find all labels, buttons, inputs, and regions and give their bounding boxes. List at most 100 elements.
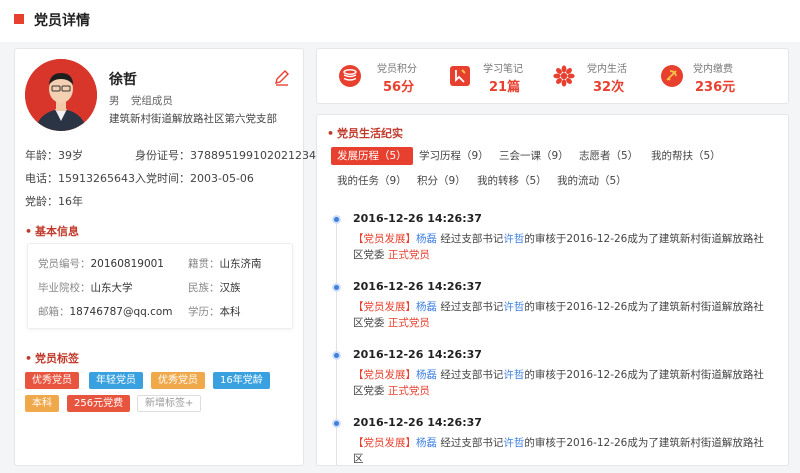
edu-value: 本科 — [219, 306, 241, 318]
timeline-time: 2016-12-26 14:26:37 — [353, 416, 482, 429]
basic-info-title: 基本信息 — [25, 223, 79, 239]
native-label: 籍贯： — [188, 258, 220, 270]
tag-item: 16年党龄 — [213, 372, 270, 389]
age-value: 39岁 — [58, 149, 83, 162]
tab-tasks[interactable]: 我的任务（9） — [331, 172, 413, 190]
school-value: 山东大学 — [90, 282, 133, 294]
stat-fee[interactable]: 党内缴费 236元 — [661, 49, 789, 105]
party-life-icon — [553, 65, 575, 87]
avatar — [25, 59, 97, 131]
timeline-secretary-link[interactable]: 许哲 — [503, 369, 524, 381]
party-fee-icon — [661, 65, 683, 87]
profile-card: 徐哲 男 党组成员 建筑新村街道解放路社区第六党支部 年龄：39岁 身份证号：3… — [14, 48, 316, 466]
timeline-text: 【党员发展】杨磊 经过支部书记许哲的审核于2016-12-26成为了建筑新村街道… — [353, 435, 773, 465]
tag-item: 256元党费 — [67, 395, 131, 412]
timeline-status: 正式党员 — [387, 385, 430, 397]
edit-icon[interactable] — [273, 69, 291, 87]
party-age-value: 16年 — [58, 195, 83, 208]
timeline-text-part: 经过支部书记 — [437, 437, 504, 449]
timeline-text: 【党员发展】杨磊 经过支部书记许哲的审核于2016-12-26成为了建筑新村街道… — [353, 231, 773, 263]
timeline-time: 2016-12-26 14:26:37 — [353, 280, 482, 293]
info-row-age: 年龄：39岁 身份证号：378895199102021234 — [25, 147, 316, 163]
timeline-kind: 【党员发展】 — [353, 369, 416, 381]
tab-study[interactable]: 学习历程（9） — [413, 147, 495, 165]
timeline-text-part: 经过支部书记 — [437, 233, 504, 245]
party-age-label: 党龄： — [25, 195, 58, 208]
age-label: 年龄： — [25, 149, 58, 162]
page-title: 党员详情 — [34, 13, 90, 29]
gender: 男 — [109, 95, 120, 107]
ethnic-value: 汉族 — [219, 282, 241, 294]
join-field: 入党时间：2003-05-06 — [135, 170, 254, 186]
timeline-secretary-link[interactable]: 许哲 — [503, 437, 524, 449]
timeline-secretary-link[interactable]: 许哲 — [503, 233, 524, 245]
join-label: 入党时间： — [135, 172, 190, 185]
native-value: 山东济南 — [219, 258, 262, 270]
tab-points[interactable]: 积分（9） — [411, 172, 472, 190]
stat-label: 党内生活 — [587, 64, 627, 75]
tab-assistance[interactable]: 我的帮扶（5） — [645, 147, 727, 165]
tab-development[interactable]: 发展历程（5） — [331, 147, 413, 165]
role: 党组成员 — [130, 95, 173, 107]
coins-icon — [339, 65, 361, 87]
stat-value: 32次 — [593, 80, 625, 95]
edu-field: 学历：本科 — [188, 304, 241, 319]
add-tag-button[interactable]: 新增标签+ — [137, 395, 202, 412]
info-row-party-age: 党龄：16年 — [25, 193, 83, 209]
stat-value: 56分 — [383, 80, 415, 95]
timeline-kind: 【党员发展】 — [353, 437, 416, 449]
timeline-status: 正式党员 — [387, 249, 430, 261]
timeline-kind: 【党员发展】 — [353, 233, 416, 245]
timeline-secretary-link[interactable]: 许哲 — [503, 301, 524, 313]
tab-mobility[interactable]: 我的流动（5） — [551, 172, 633, 190]
timeline-member-link[interactable]: 杨磊 — [416, 301, 437, 313]
edu-label: 学历： — [188, 306, 220, 318]
timeline-member-link[interactable]: 杨磊 — [416, 233, 437, 245]
native-field: 籍贯：山东济南 — [188, 256, 262, 271]
timeline-text-part: 经过支部书记 — [437, 301, 504, 313]
tag-item: 本科 — [25, 395, 59, 412]
timeline-kind: 【党员发展】 — [353, 301, 416, 313]
ethnic-field: 民族：汉族 — [188, 280, 241, 295]
email-field: 邮箱：18746787@qq.com — [38, 304, 173, 319]
phone-value: 15913265643 — [58, 172, 135, 185]
timeline-member-link[interactable]: 杨磊 — [416, 437, 437, 449]
timeline-status: 正式党员 — [387, 317, 430, 329]
tags-title: 党员标签 — [25, 350, 79, 366]
stat-label: 党员积分 — [377, 64, 417, 75]
member-branch: 建筑新村街道解放路社区第六党支部 — [109, 113, 277, 125]
tag-item: 优秀党员 — [151, 372, 205, 389]
timeline-dot-icon — [332, 215, 341, 224]
id-label: 身份证号： — [135, 149, 190, 162]
id-value: 378895199102021234 — [190, 149, 316, 162]
tab-volunteer[interactable]: 志愿者（5） — [573, 147, 644, 165]
life-record-title: 党员生活纪实 — [327, 125, 403, 141]
basic-info-box: 党员编号：20160819001 籍贯：山东济南 毕业院校：山东大学 民族：汉族… — [27, 243, 293, 329]
timeline-dot-icon — [332, 283, 341, 292]
timeline-text: 【党员发展】杨磊 经过支部书记许哲的审核于2016-12-26成为了建筑新村街道… — [353, 299, 773, 331]
member-no-label: 党员编号： — [38, 258, 91, 270]
phone-label: 电话： — [25, 172, 58, 185]
email-value: 18746787@qq.com — [69, 306, 173, 318]
timeline-time: 2016-12-26 14:26:37 — [353, 348, 482, 361]
stat-notes[interactable]: 学习笔记 21篇 — [435, 49, 553, 105]
tab-meetings[interactable]: 三会一课（9） — [493, 147, 575, 165]
email-label: 邮箱： — [38, 306, 70, 318]
timeline-time: 2016-12-26 14:26:37 — [353, 212, 482, 225]
life-record-card: 党员生活纪实 发展历程（5） 学习历程（9） 三会一课（9） 志愿者（5） 我的… — [316, 114, 789, 466]
timeline-dot-icon — [332, 419, 341, 428]
tag-item: 优秀党员 — [25, 372, 79, 389]
tab-transfer[interactable]: 我的转移（5） — [471, 172, 553, 190]
school-label: 毕业院校： — [38, 282, 91, 294]
stat-label: 学习笔记 — [483, 64, 523, 75]
member-meta: 男 党组成员 — [109, 93, 181, 108]
stats-card: 党员积分 56分 学习笔记 21篇 党内生活 32次 党内缴费 236元 — [316, 48, 789, 104]
stat-points[interactable]: 党员积分 56分 — [317, 49, 435, 105]
stat-value: 236元 — [695, 80, 736, 95]
member-no-value: 20160819001 — [90, 258, 165, 270]
info-row-phone: 电话：15913265643 入党时间：2003-05-06 — [25, 170, 254, 186]
title-marker — [14, 14, 24, 24]
timeline-member-link[interactable]: 杨磊 — [416, 369, 437, 381]
join-value: 2003-05-06 — [190, 172, 254, 185]
stat-life[interactable]: 党内生活 32次 — [553, 49, 671, 105]
